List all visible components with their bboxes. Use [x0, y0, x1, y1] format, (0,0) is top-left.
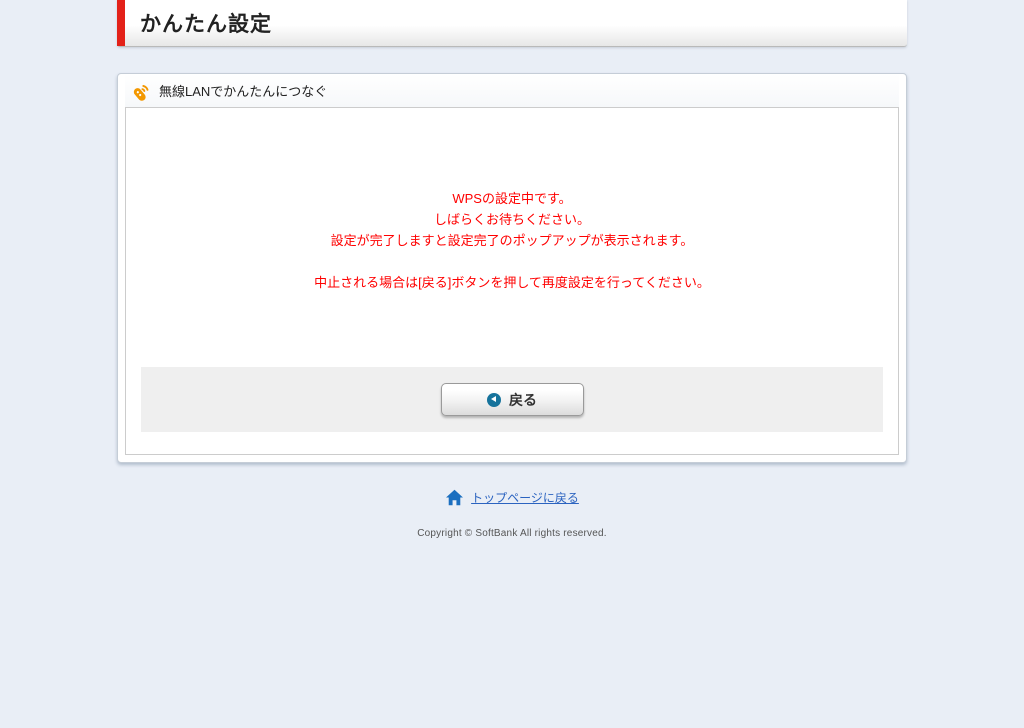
back-button-label: 戻る: [509, 390, 537, 410]
page-footer: トップページに戻る Copyright © SoftBank All right…: [117, 489, 907, 539]
section-title: 無線LANでかんたんにつなぐ: [159, 81, 327, 100]
copyright-text: Copyright © SoftBank All rights reserved…: [117, 528, 907, 539]
main-panel: 無線LANでかんたんにつなぐ WPSの設定中です。 しばらくお待ちください。 設…: [117, 73, 907, 463]
wps-remote-icon: [130, 80, 152, 102]
button-band: 戻る: [141, 367, 883, 432]
back-arrow-icon: [487, 393, 501, 407]
home-link-row: トップページに戻る: [445, 489, 579, 506]
section-header: 無線LANでかんたんにつなぐ: [125, 74, 899, 107]
message-line: [126, 251, 898, 272]
message-line: WPSの設定中です。: [126, 188, 898, 209]
page-title: かんたん設定: [117, 8, 272, 38]
message-line: しばらくお待ちください。: [126, 209, 898, 230]
home-icon: [445, 489, 464, 506]
back-button[interactable]: 戻る: [441, 383, 584, 416]
page-container: かんたん設定 無線LANでかんたんにつなぐ WPSの設定中です。: [117, 0, 907, 539]
status-message: WPSの設定中です。 しばらくお待ちください。 設定が完了しますと設定完了のポッ…: [126, 108, 898, 293]
message-line: 中止される場合は[戻る]ボタンを押して再度設定を行ってください。: [126, 272, 898, 293]
header-accent-bar: [117, 0, 125, 46]
top-page-link[interactable]: トップページに戻る: [471, 489, 579, 506]
message-line: 設定が完了しますと設定完了のポップアップが表示されます。: [126, 230, 898, 251]
content-box: WPSの設定中です。 しばらくお待ちください。 設定が完了しますと設定完了のポッ…: [125, 107, 899, 455]
page-header: かんたん設定: [117, 0, 907, 47]
